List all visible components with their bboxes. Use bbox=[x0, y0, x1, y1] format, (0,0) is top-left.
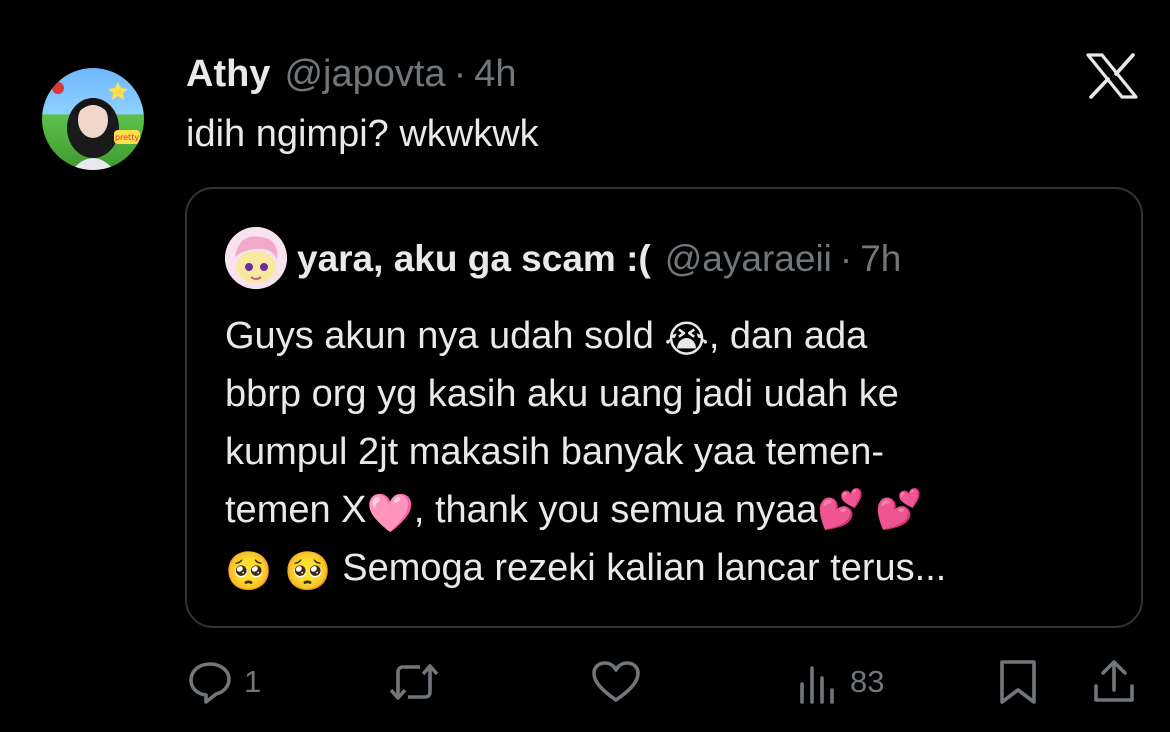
reply-count: 1 bbox=[244, 664, 262, 699]
quoted-tweet-text: Guys akun nya udah sold 😭, dan ada bbrp … bbox=[225, 307, 1125, 597]
share-button[interactable] bbox=[1090, 650, 1138, 714]
quoted-separator-dot: · bbox=[839, 238, 853, 279]
bookmark-button[interactable] bbox=[996, 650, 1040, 714]
quoted-tweet-header: yara, aku ga scam :( @ayaraeii · 7h bbox=[297, 235, 901, 283]
author-handle[interactable]: @japovta bbox=[284, 50, 445, 98]
text-segment: , dan ada bbox=[708, 315, 868, 357]
author-name[interactable]: Athy bbox=[186, 50, 270, 98]
text-segment: bbrp org yg kasih aku uang jadi udah ke bbox=[225, 373, 899, 415]
avatar-image: pretty bbox=[52, 82, 140, 170]
share-icon bbox=[1094, 660, 1134, 702]
retweet-button[interactable] bbox=[388, 650, 440, 714]
text-segment: kumpul 2jt makasih banyak yaa temen- bbox=[225, 431, 884, 473]
tweet-time[interactable]: 4h bbox=[474, 50, 516, 98]
loudly-crying-emoji: 😭 bbox=[664, 317, 709, 361]
quoted-text-line: temen X🩷, thank you semua nyaa💕 💕 bbox=[225, 481, 1125, 539]
tweet-actions: 1 83 bbox=[0, 650, 1170, 714]
views-button[interactable]: 83 bbox=[796, 650, 884, 714]
like-button[interactable] bbox=[590, 650, 642, 714]
reply-icon bbox=[189, 662, 231, 704]
retweet-icon bbox=[389, 664, 439, 700]
quoted-text-line: 🥺 🥺 Semoga rezeki kalian lancar terus... bbox=[225, 539, 1125, 597]
quoted-tweet-card[interactable]: yara, aku ga scam :( @ayaraeii · 7h Guys… bbox=[185, 187, 1143, 628]
tweet-text: idih ngimpi? wkwkwk bbox=[186, 113, 539, 155]
views-count: 83 bbox=[850, 664, 885, 699]
quoted-tweet-time[interactable]: 7h bbox=[860, 235, 901, 283]
quoted-text-line: bbrp org yg kasih aku uang jadi udah ke bbox=[225, 365, 1125, 423]
heart-icon bbox=[592, 661, 640, 702]
quoted-author-handle[interactable]: @ayaraeii bbox=[665, 235, 832, 283]
reply-button[interactable]: 1 bbox=[186, 650, 261, 714]
avatar-sticker: pretty bbox=[115, 133, 139, 142]
separator-dot: · bbox=[453, 53, 467, 95]
quoted-text-line: kumpul 2jt makasih banyak yaa temen- bbox=[225, 423, 1125, 481]
author-avatar[interactable]: pretty bbox=[42, 68, 144, 170]
views-icon bbox=[800, 666, 834, 704]
x-logo-icon[interactable] bbox=[1086, 53, 1138, 99]
quoted-avatar-image bbox=[225, 227, 287, 289]
pink-heart-emoji: 🩷 bbox=[366, 491, 414, 535]
tweet-header: Athy @japovta · 4h bbox=[186, 50, 517, 98]
quoted-author-avatar[interactable] bbox=[225, 227, 287, 289]
text-segment: temen X bbox=[225, 489, 367, 531]
quoted-author-name[interactable]: yara, aku ga scam :( bbox=[297, 235, 651, 283]
quoted-text-line: Guys akun nya udah sold 😭, dan ada bbox=[225, 307, 1125, 365]
pleading-face-emoji: 🥺 🥺 bbox=[225, 549, 332, 593]
text-segment: Semoga rezeki kalian lancar terus... bbox=[331, 547, 947, 589]
bookmark-icon bbox=[1000, 660, 1036, 704]
text-segment: , thank you semua nyaa💕 💕 bbox=[413, 489, 923, 531]
text-segment: Guys akun nya udah sold bbox=[225, 315, 665, 357]
